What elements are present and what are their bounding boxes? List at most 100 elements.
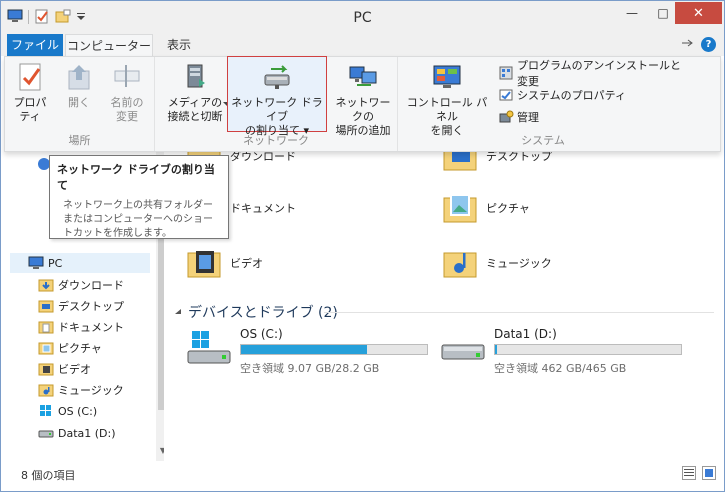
nav-item-label: ビデオ — [58, 363, 91, 376]
properties-button[interactable]: プロパティ — [9, 61, 51, 124]
map-drive-label-line1: ネットワーク ドライブ — [231, 96, 323, 123]
folder-label: ドキュメント — [230, 202, 296, 215]
open-button[interactable]: 開く — [61, 61, 97, 110]
devices-heading: デバイスとドライブ (2) — [188, 305, 338, 321]
nav-item-pc[interactable]: PC — [10, 253, 150, 273]
status-bar: 8 個の項目 — [1, 461, 724, 491]
maximize-button[interactable]: □ — [651, 2, 675, 24]
desktop-folder-icon — [38, 298, 54, 314]
devices-section-header[interactable]: デバイスとドライブ (2) — [174, 302, 338, 322]
nav-item-label: ミュージック — [58, 384, 124, 397]
nav-item-drive-d[interactable]: Data1 (D:) — [38, 423, 116, 443]
manage-button[interactable]: 管理 — [498, 107, 539, 127]
windows-drive-icon — [38, 403, 54, 419]
windows-drive-icon — [186, 329, 232, 367]
music-folder-icon — [38, 382, 54, 398]
item-count: 8 個の項目 — [21, 469, 76, 482]
nav-item-label: デスクトップ — [58, 300, 124, 313]
properties-icon — [14, 61, 46, 93]
ribbon-tabs: ファイル コンピューター 表示 ? — [1, 34, 724, 56]
nav-item-music[interactable]: ミュージック — [38, 380, 124, 400]
drive-usage-bar — [494, 344, 682, 355]
music-folder-icon — [442, 247, 478, 279]
view-toggle-group — [682, 466, 716, 480]
map-drive-tooltip: ネットワーク ドライブの割り当て ネットワーク上の共有フォルダーまたはコンピュー… — [49, 155, 229, 239]
hard-drive-icon — [440, 329, 486, 367]
control-panel-label-line1: コントロール パネル — [406, 96, 488, 123]
system-properties-button[interactable]: システムのプロパティ — [498, 85, 626, 105]
drive-free-space: 空き領域 462 GB/465 GB — [494, 362, 627, 375]
manage-icon — [498, 109, 514, 125]
ribbon-group-system: コントロール パネル を開く プログラムのアンインストールと変更 システムのプロ… — [398, 57, 688, 151]
nav-item-desktop[interactable]: デスクトップ — [38, 296, 124, 316]
open-label: 開く — [68, 96, 90, 109]
nav-item-documents[interactable]: ドキュメント — [38, 317, 124, 337]
ribbon-controls: ? — [681, 37, 716, 52]
explorer-window: PC — □ ✕ ファイル コンピューター 表示 ? プロパティ 開く 名前の … — [0, 0, 725, 492]
tooltip-body: ネットワーク上の共有フォルダーまたはコンピューターへのショートカットを作成します… — [63, 200, 213, 239]
nav-item-pictures[interactable]: ピクチャ — [38, 338, 102, 358]
map-network-drive-button[interactable]: ネットワーク ドライブ の割り当て ▾ — [227, 56, 327, 137]
help-button[interactable]: ? — [701, 37, 716, 52]
minimize-button[interactable]: — — [613, 2, 651, 24]
tab-file[interactable]: ファイル — [7, 34, 63, 56]
rename-label-line2: 変更 — [116, 110, 138, 123]
drive-tile-c[interactable]: OS (C:) 空き領域 9.07 GB/28.2 GB — [186, 327, 436, 377]
tab-computer[interactable]: コンピューター — [65, 34, 153, 56]
open-icon — [63, 61, 95, 93]
add-network-location-button[interactable]: ネットワークの 場所の追加 — [331, 61, 395, 138]
properties-label: プロパティ — [13, 96, 47, 123]
nav-item-label: Data1 (D:) — [58, 426, 116, 440]
network-drive-icon — [261, 61, 293, 93]
group-label-network: ネットワーク — [243, 134, 309, 147]
section-divider — [324, 312, 714, 313]
pictures-folder-icon — [38, 340, 54, 356]
hard-drive-icon — [38, 425, 54, 441]
videos-folder-icon — [38, 361, 54, 377]
ribbon-group-location: プロパティ 開く 名前の 変更 場所 — [5, 57, 155, 151]
details-view-icon[interactable] — [682, 466, 696, 480]
rename-button[interactable]: 名前の 変更 — [105, 61, 149, 124]
ribbon: プロパティ 開く 名前の 変更 場所 メディアの 接続と切断 ネットワーク ドラ… — [4, 56, 721, 152]
system-properties-icon — [498, 87, 514, 103]
pc-icon — [28, 255, 44, 271]
media-connect-button[interactable]: メディアの 接続と切断 — [163, 61, 227, 124]
documents-folder-icon — [38, 319, 54, 335]
uninstall-programs-button[interactable]: プログラムのアンインストールと変更 — [498, 59, 688, 88]
media-label-line1: メディアの — [167, 96, 223, 109]
downloads-folder-icon — [38, 277, 54, 293]
system-properties-label: システムのプロパティ — [517, 89, 627, 102]
folder-label: ピクチャ — [486, 202, 530, 215]
folder-tile-pictures[interactable]: ピクチャ — [442, 192, 530, 224]
nav-item-label: ピクチャ — [58, 342, 102, 355]
tab-view[interactable]: 表示 — [157, 34, 201, 56]
drive-free-space: 空き領域 9.07 GB/28.2 GB — [240, 362, 380, 375]
group-label-system: システム — [521, 134, 565, 147]
rename-icon — [111, 61, 143, 93]
folder-tile-videos[interactable]: ビデオ — [186, 247, 263, 279]
large-icons-view-icon[interactable] — [702, 466, 716, 480]
drive-usage-fill — [241, 345, 367, 354]
close-button[interactable]: ✕ — [675, 2, 722, 24]
collapse-arrow-icon[interactable] — [174, 304, 182, 320]
add-location-label-line1: ネットワークの — [335, 96, 391, 123]
control-panel-icon — [431, 61, 463, 93]
nav-item-downloads[interactable]: ダウンロード — [38, 275, 124, 295]
drive-tile-d[interactable]: Data1 (D:) 空き領域 462 GB/465 GB — [440, 327, 690, 377]
collapse-ribbon-icon[interactable] — [681, 38, 695, 51]
drive-name: OS (C:) — [240, 327, 283, 341]
folder-tile-music[interactable]: ミュージック — [442, 247, 552, 279]
title-bar: PC — □ ✕ — [1, 1, 724, 34]
programs-icon — [498, 65, 514, 81]
nav-item-label: PC — [48, 256, 63, 270]
network-location-icon — [347, 61, 379, 93]
control-panel-button[interactable]: コントロール パネル を開く — [402, 61, 492, 138]
nav-item-drive-c[interactable]: OS (C:) — [38, 401, 97, 421]
drive-usage-bar — [240, 344, 428, 355]
content-pane: ダウンロード デスクトップ ドキュメント ピクチャ ビデオ ミュージック デバイ… — [164, 145, 719, 461]
drive-usage-fill — [495, 345, 497, 354]
rename-label-line1: 名前の — [110, 96, 144, 109]
nav-item-label: OS (C:) — [58, 404, 98, 418]
nav-item-videos[interactable]: ビデオ — [38, 359, 91, 379]
videos-folder-icon — [186, 247, 222, 279]
